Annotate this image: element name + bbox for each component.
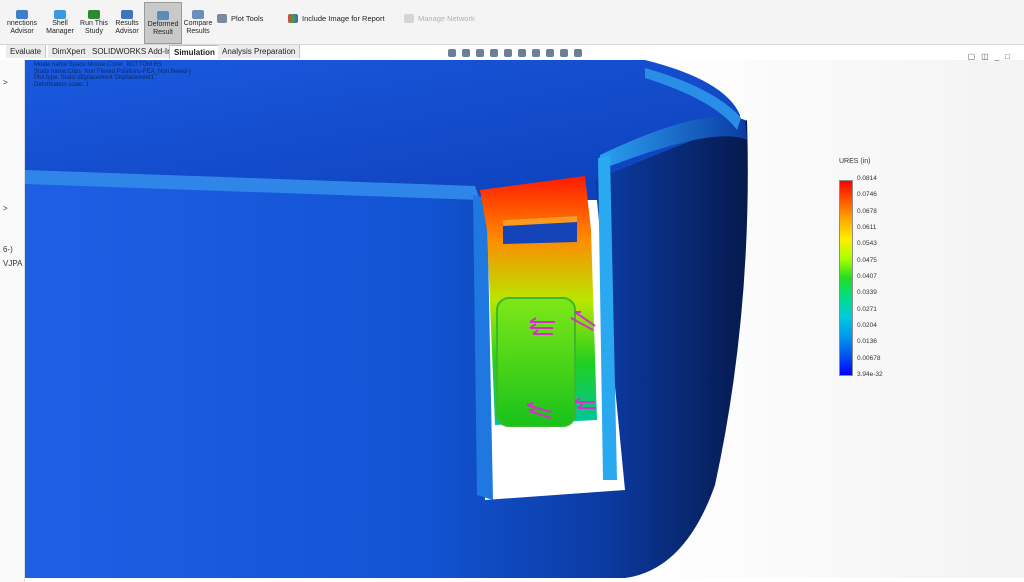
minimize-icon[interactable]: _ <box>995 52 999 61</box>
restore-icon[interactable]: ▢ <box>968 52 976 61</box>
model-name-text: Model name:Space Mouse Cover_BOTTOM RS <box>34 62 162 68</box>
results-advisor-icon <box>121 10 133 19</box>
plot-tools-label: Plot Tools <box>231 14 264 23</box>
include-image-label: Include Image for Report <box>302 14 385 23</box>
include-image-button[interactable]: Include Image for Report <box>288 14 385 23</box>
scene-icon[interactable] <box>560 49 568 57</box>
shell-manager-label: Shell Manager <box>46 20 74 35</box>
view-orientation-icon[interactable] <box>504 49 512 57</box>
compare-results-label: Compare Results <box>183 20 213 35</box>
deformed-result-button[interactable]: Deformed Result <box>144 2 182 44</box>
run-study-button[interactable]: Run This Study <box>78 2 110 42</box>
shell-icon <box>54 10 66 19</box>
window-controls: ▢ ◫ _ □ <box>968 52 1010 61</box>
compare-results-button[interactable]: Compare Results <box>183 2 213 42</box>
legend-tick: 0.0204 <box>857 322 877 329</box>
deformed-result-icon <box>157 11 169 20</box>
plot-tools-button[interactable]: Plot Tools <box>217 14 263 23</box>
monitor-icon[interactable] <box>574 49 582 57</box>
legend-color-bar <box>839 180 853 376</box>
legend-tick: 0.0611 <box>857 224 877 231</box>
maximize-icon[interactable]: □ <box>1005 52 1010 61</box>
manage-network-label: Manage Network <box>418 14 475 23</box>
tab-analysis-preparation[interactable]: Analysis Preparation <box>218 45 301 58</box>
tab-evaluate[interactable]: Evaluate <box>6 45 47 58</box>
legend-tick: 0.0475 <box>857 256 877 264</box>
legend-tick: 0.0271 <box>857 305 877 313</box>
zoom-area-icon[interactable] <box>462 49 470 57</box>
plot-type-text: Plot type: Static displacement Displacem… <box>34 75 155 82</box>
legend-tick: 0.0678 <box>857 207 877 215</box>
display-style-icon[interactable] <box>518 49 526 57</box>
legend-tick: 3.94e-32 <box>857 371 883 378</box>
legend-tick: 0.0136 <box>857 338 877 346</box>
compare-icon <box>192 10 204 19</box>
connections-advisor-label: nnections Advisor <box>7 20 37 35</box>
appearance-icon[interactable] <box>546 49 554 57</box>
section-view-icon[interactable] <box>490 49 498 57</box>
zoom-to-fit-icon[interactable] <box>448 49 456 57</box>
tab-dimxpert[interactable]: DimXpert <box>48 45 91 58</box>
deformation-scale-text: Deformation scale: 1 <box>34 81 90 88</box>
legend-tick: 0.0407 <box>857 273 877 280</box>
expand-chevron-top[interactable]: > <box>3 78 8 87</box>
tab-simulation[interactable]: Simulation <box>169 45 220 59</box>
manage-network-button[interactable]: Manage Network <box>404 14 475 23</box>
legend-tick: 0.0814 <box>857 175 877 182</box>
results-advisor-button[interactable]: Results Advisor <box>112 2 142 42</box>
legend-tick: 0.0543 <box>857 240 877 248</box>
legend-tick: 0.0746 <box>857 191 877 199</box>
deformed-result-label: Deformed Result <box>147 21 179 36</box>
tile-icon[interactable]: ◫ <box>981 52 989 61</box>
include-image-icon <box>288 14 298 23</box>
connections-icon <box>16 10 28 19</box>
tree-label-a: 6-) <box>3 245 13 254</box>
legend-title: URES (in) <box>839 158 871 165</box>
legend-tick: 0.0339 <box>857 289 877 297</box>
study-info-overlay: Model name:Space Mouse Cover_BOTTOM RS S… <box>34 62 191 88</box>
legend-tick: 0.00678 <box>857 354 881 362</box>
previous-view-icon[interactable] <box>476 49 484 57</box>
expand-chevron-mid[interactable]: > <box>3 204 8 213</box>
heads-up-view-toolbar <box>448 49 582 57</box>
study-name-text: Study name:Clips_Non Flexed Positions-FE… <box>34 68 191 75</box>
tree-label-b: VJPA <box>3 259 23 268</box>
network-icon <box>404 14 414 23</box>
run-icon <box>88 10 100 19</box>
results-advisor-label: Results Advisor <box>115 20 139 35</box>
shell-manager-button[interactable]: Shell Manager <box>44 2 76 42</box>
ures-legend: URES (in) 0.0814 0.0746 0.0678 0.0611 0.0543… <box>833 158 923 388</box>
run-study-label: Run This Study <box>80 20 108 35</box>
tab-solidworks-addins[interactable]: SOLIDWORKS Add-Ins <box>88 45 181 58</box>
feature-tree-strip: > > 6-) VJPA <box>0 60 25 582</box>
connections-advisor-button[interactable]: nnections Advisor <box>2 2 42 42</box>
command-ribbon: nnections Advisor Shell Manager Run This… <box>0 0 1024 45</box>
plot-tools-icon <box>217 14 227 23</box>
hide-show-icon[interactable] <box>532 49 540 57</box>
